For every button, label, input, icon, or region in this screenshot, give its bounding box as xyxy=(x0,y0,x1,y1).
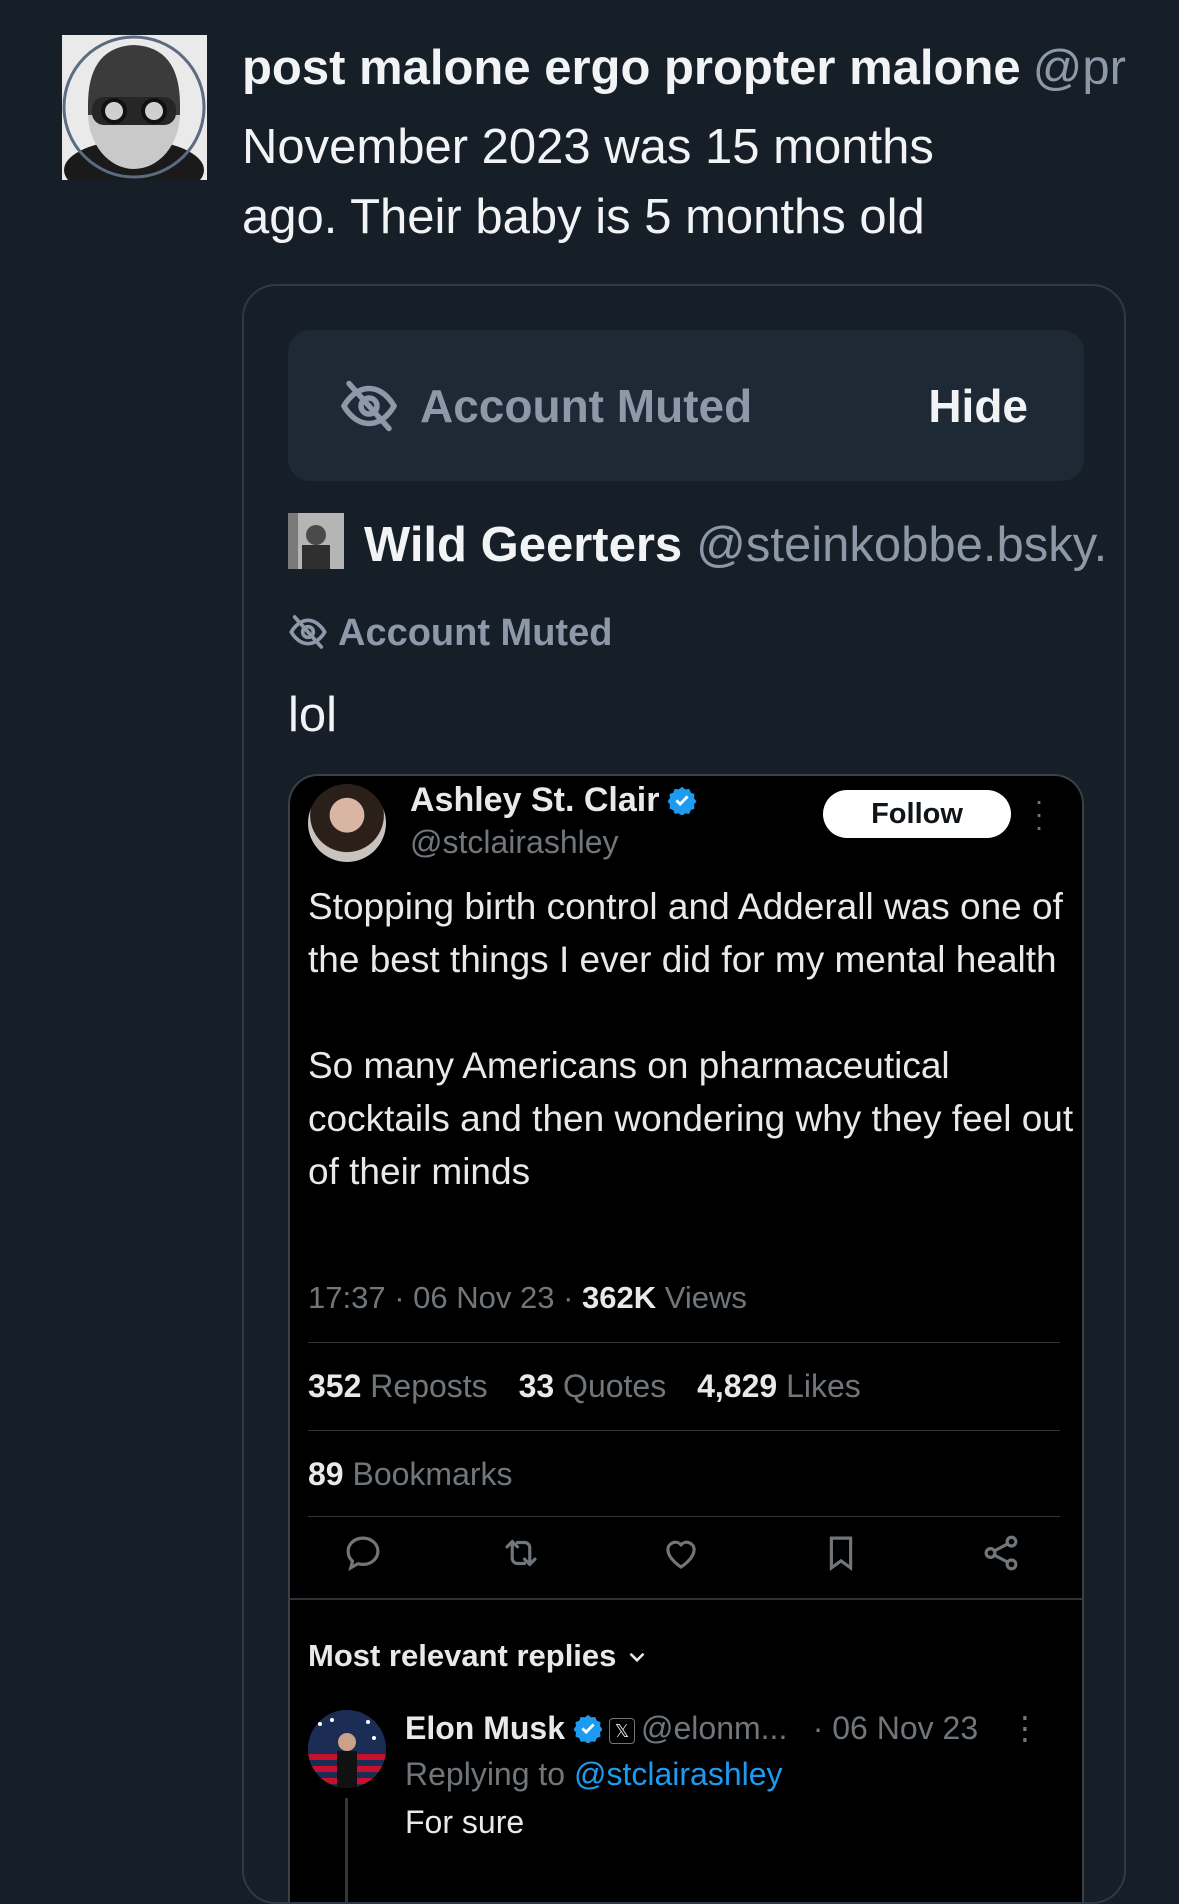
author-name[interactable]: post malone ergo propter malone xyxy=(242,41,1021,95)
views-label: Views xyxy=(664,1280,747,1315)
reply-date: · 06 Nov 23 xyxy=(812,1710,979,1746)
follow-button: Follow xyxy=(823,790,1011,838)
divider xyxy=(308,1342,1060,1343)
more-options-icon: · · · xyxy=(1034,785,1044,842)
author-avatar[interactable] xyxy=(62,35,207,180)
bookmark-icon xyxy=(829,1536,853,1571)
reply-header: Elon Musk 𝕏 @elonm... · 06 Nov 23 ⋮ xyxy=(405,1706,1065,1750)
bookmarks-count: 89 xyxy=(308,1456,344,1492)
post-text: November 2023 was 15 months ago. Their b… xyxy=(242,120,934,244)
post-header: post malone ergo propter malone @pr xyxy=(242,38,1179,98)
quotes-count: 33 xyxy=(518,1368,555,1404)
author-handle[interactable]: @pr xyxy=(1033,41,1126,95)
divider xyxy=(308,1516,1060,1517)
embedded-screenshot[interactable]: Ashley St. Clair @stclairashley Follow ·… xyxy=(288,774,1084,1902)
verified-badge-icon xyxy=(573,1714,603,1743)
quotes-label: Quotes xyxy=(563,1368,667,1404)
reply-icon xyxy=(346,1536,380,1572)
quoted-post-card[interactable]: Account Muted Hide Wild Geerters @steinko… xyxy=(242,284,1126,1904)
reposts-label: Reposts xyxy=(370,1368,488,1404)
tweet-author-handle: @stclairashley xyxy=(410,824,619,860)
divider xyxy=(308,1430,1060,1431)
likes-label: Likes xyxy=(786,1368,861,1404)
replying-to: Replying to @stclairashley xyxy=(405,1752,783,1796)
account-muted-label: Account Muted xyxy=(420,380,753,432)
replying-to-mention: @stclairashley xyxy=(573,1756,783,1792)
quoted-author-name[interactable]: Wild Geerters xyxy=(364,518,682,572)
tweet-author-avatar xyxy=(308,784,386,862)
quoted-post-text: lol xyxy=(288,688,338,742)
tweet-meta: 17:37 · 06 Nov 23 · 362K Views xyxy=(308,1280,747,1315)
tweet-stats: 352 Reposts 33 Quotes 4,829 Likes xyxy=(308,1364,883,1408)
tweet-text: Stopping birth control and Adderall was … xyxy=(308,886,1074,1192)
eye-slash-icon xyxy=(289,615,327,649)
tweet-author-name-text: Ashley St. Clair xyxy=(410,781,660,819)
more-options-icon: ⋮ xyxy=(1009,1710,1041,1746)
tweet-author-name: Ashley St. Clair xyxy=(410,780,697,820)
quoted-author[interactable]: Wild Geerters @steinkobbe.bsky. xyxy=(288,512,1107,578)
reposts-count: 352 xyxy=(308,1368,362,1404)
account-muted-banner: Account Muted Hide xyxy=(288,330,1084,481)
tweet-actions xyxy=(290,1526,1082,1586)
repost-icon xyxy=(505,1539,537,1567)
tweet-date: 06 Nov 23 xyxy=(413,1280,555,1315)
x-logo-icon: 𝕏 xyxy=(609,1718,636,1744)
chevron-down-icon xyxy=(629,1652,645,1663)
quoted-author-handle[interactable]: @steinkobbe.bsky. xyxy=(696,518,1107,572)
verified-badge-icon xyxy=(667,786,697,815)
replying-to-prefix: Replying to xyxy=(405,1756,566,1792)
like-icon xyxy=(666,1540,696,1569)
quoted-muted-label: Account Muted xyxy=(338,612,613,654)
reply-author-name: Elon Musk xyxy=(405,1710,566,1746)
eye-slash-icon xyxy=(340,380,398,432)
quoted-muted-note: Account Muted xyxy=(288,608,612,658)
replies-sort-dropdown: Most relevant replies xyxy=(308,1634,650,1678)
reply-thread-line xyxy=(345,1798,348,1902)
replies-sort-label: Most relevant replies xyxy=(308,1638,617,1673)
bookmarks-label: Bookmarks xyxy=(352,1456,513,1492)
reply-text: For sure xyxy=(405,1804,525,1840)
reply-author-handle: @elonm... xyxy=(641,1710,788,1746)
tweet-bookmarks: 89 Bookmarks xyxy=(308,1452,513,1496)
hide-button[interactable]: Hide xyxy=(928,376,1028,436)
divider xyxy=(290,1598,1082,1600)
likes-count: 4,829 xyxy=(697,1368,778,1404)
quoted-author-avatar[interactable] xyxy=(288,513,344,569)
share-icon xyxy=(984,1535,1018,1571)
reply-author-avatar xyxy=(308,1710,386,1788)
tweet-time: 17:37 xyxy=(308,1280,386,1315)
views-count: 362K xyxy=(582,1280,657,1315)
